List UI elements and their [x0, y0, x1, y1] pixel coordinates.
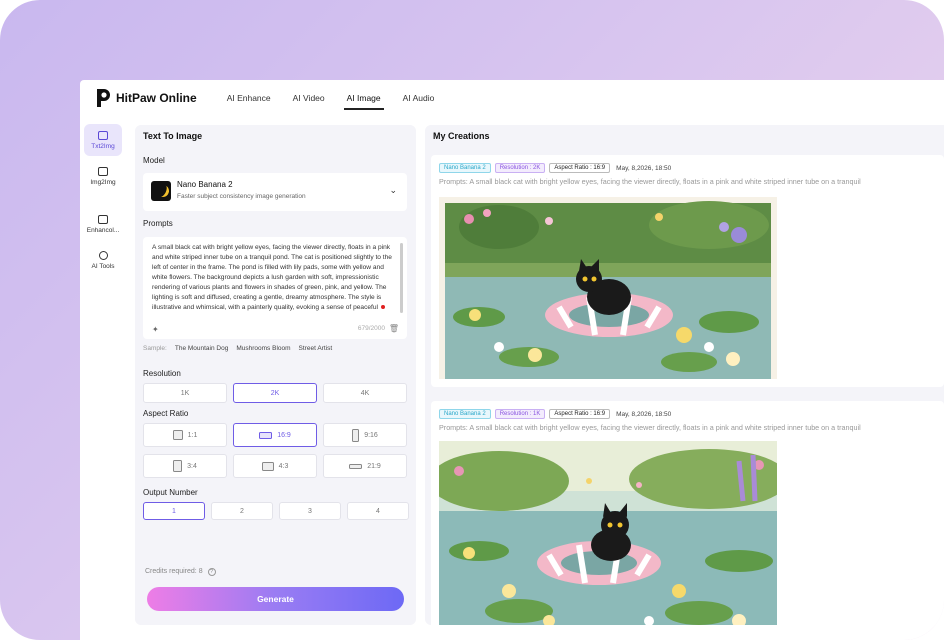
aspect-shape-icon: [172, 430, 183, 440]
txt2img-icon: [98, 130, 108, 140]
sample-prompts: Sample: The Mountain Dog Mushrooms Bloom…: [143, 345, 340, 352]
chevron-down-icon: ⌄: [389, 185, 397, 195]
aspect-16-9[interactable]: 16:9: [233, 423, 317, 447]
aspect-1-1[interactable]: 1:1: [143, 423, 227, 447]
text-to-image-panel: Text To Image Model Nano Banana 2 Faster…: [135, 125, 416, 625]
spell-marker: [381, 305, 386, 310]
resolution-2k[interactable]: 2K: [233, 383, 317, 403]
aspect-shape-icon: [259, 431, 273, 439]
output-number-label: Output Number: [143, 488, 198, 497]
aspect-4-3[interactable]: 4:3: [233, 454, 317, 478]
output-1[interactable]: 1: [143, 502, 205, 520]
aspect-shape-icon: [352, 428, 360, 442]
prompt-text: A small black cat with bright yellow eye…: [152, 244, 392, 311]
aspect-tag: Aspect Ratio : 16:9: [549, 409, 611, 419]
brand-logo[interactable]: HitPaw Online: [94, 87, 197, 109]
aspect-row-2: 3:4 4:3 21:9: [143, 454, 413, 478]
creations-title: My Creations: [433, 131, 490, 141]
model-name: Nano Banana 2: [177, 180, 233, 189]
aspect-3-4[interactable]: 3:4: [143, 454, 227, 478]
sample-item[interactable]: Street Artist: [299, 345, 333, 352]
creation-card: Nano Banana 2 Resolution : 1K Aspect Rat…: [431, 401, 944, 625]
card-tags: Nano Banana 2 Resolution : 2K Aspect Rat…: [439, 163, 671, 173]
magic-wand-icon[interactable]: ✦: [152, 325, 159, 334]
prompts-label: Prompts: [143, 219, 173, 228]
output-3[interactable]: 3: [279, 502, 341, 520]
rail-label: Enhancol...: [86, 226, 120, 234]
card-tags: Nano Banana 2 Resolution : 1K Aspect Rat…: [439, 409, 671, 419]
trash-icon[interactable]: 🗑: [389, 324, 399, 333]
side-rail: Txt2Img Img2Img Enhancol... AI Tools: [80, 116, 134, 640]
rail-item-ai-tools[interactable]: AI Tools: [84, 244, 122, 276]
help-icon[interactable]: ?: [207, 568, 216, 576]
creation-prompt: Prompts: A small black cat with bright y…: [439, 423, 861, 432]
model-tag: Nano Banana 2: [439, 409, 491, 419]
sample-item[interactable]: The Mountain Dog: [175, 345, 228, 352]
nav-ai-video[interactable]: AI Video: [293, 80, 325, 116]
sample-item[interactable]: Mushrooms Bloom: [236, 345, 290, 352]
creation-date: May, 8,2026, 18:50: [616, 410, 672, 418]
rail-item-img2img[interactable]: Img2Img: [84, 160, 122, 192]
model-select[interactable]: Nano Banana 2 Faster subject consistency…: [143, 173, 407, 211]
resolution-4k[interactable]: 4K: [323, 383, 407, 403]
output-options: 1 2 3 4: [143, 502, 415, 520]
aspect-shape-icon: [261, 461, 274, 471]
brand-name: HitPaw Online: [116, 91, 197, 105]
credits-required: Credits required: 8 ?: [145, 568, 216, 576]
nav-ai-image[interactable]: AI Image: [343, 80, 384, 116]
resolution-options: 1K 2K 4K: [143, 383, 413, 403]
model-thumbnail: [151, 181, 171, 201]
creation-card: Nano Banana 2 Resolution : 2K Aspect Rat…: [431, 155, 944, 387]
img2img-icon: [98, 166, 108, 176]
aspect-9-16[interactable]: 9:16: [323, 423, 407, 447]
generate-button[interactable]: Generate: [147, 587, 404, 611]
aspect-row-1: 1:1 16:9 9:16: [143, 423, 413, 447]
enhance-icon: [98, 214, 108, 224]
main-nav: AI Enhance AI Video AI Image AI Audio: [227, 80, 457, 116]
char-count: 679/2000: [357, 325, 385, 332]
top-bar: HitPaw Online AI Enhance AI Video AI Ima…: [80, 80, 944, 116]
model-label: Model: [143, 156, 165, 165]
rail-label: AI Tools: [91, 262, 115, 270]
my-creations-panel: My Creations Nano Banana 2 Resolution : …: [425, 125, 944, 625]
prompt-textarea[interactable]: A small black cat with bright yellow eye…: [143, 237, 407, 339]
prompt-scrollbar[interactable]: [400, 243, 403, 313]
sample-label: Sample:: [143, 345, 167, 352]
rail-item-txt2img[interactable]: Txt2Img: [84, 124, 122, 156]
logo-p-icon: [94, 87, 112, 109]
rail-label: Img2Img: [90, 178, 116, 186]
model-description: Faster subject consistency image generat…: [177, 193, 306, 200]
app-window: HitPaw Online AI Enhance AI Video AI Ima…: [80, 80, 944, 640]
device-frame: HitPaw Online AI Enhance AI Video AI Ima…: [0, 0, 944, 640]
resolution-tag: Resolution : 2K: [494, 163, 546, 173]
aspect-shape-icon: [173, 460, 183, 472]
generated-image[interactable]: [439, 197, 777, 379]
aspect-ratio-label: Aspect Ratio: [143, 409, 189, 418]
resolution-tag: Resolution : 1K: [494, 409, 546, 419]
aspect-shape-icon: [349, 463, 363, 469]
creation-prompt: Prompts: A small black cat with bright y…: [439, 177, 861, 186]
aspect-21-9[interactable]: 21:9: [323, 454, 407, 478]
resolution-1k[interactable]: 1K: [143, 383, 227, 403]
output-2[interactable]: 2: [211, 502, 273, 520]
resolution-label: Resolution: [143, 369, 181, 378]
aspect-tag: Aspect Ratio : 16:9: [549, 163, 611, 173]
rail-item-enhance[interactable]: Enhancol...: [84, 208, 122, 240]
model-tag: Nano Banana 2: [439, 163, 491, 173]
nav-ai-enhance[interactable]: AI Enhance: [227, 80, 271, 116]
ai-tools-icon: [98, 250, 108, 260]
nav-ai-audio[interactable]: AI Audio: [403, 80, 435, 116]
generated-image[interactable]: [439, 441, 777, 625]
creation-date: May, 8,2026, 18:50: [616, 164, 672, 172]
rail-label: Txt2Img: [91, 142, 115, 150]
output-4[interactable]: 4: [347, 502, 409, 520]
panel-title: Text To Image: [143, 131, 203, 141]
